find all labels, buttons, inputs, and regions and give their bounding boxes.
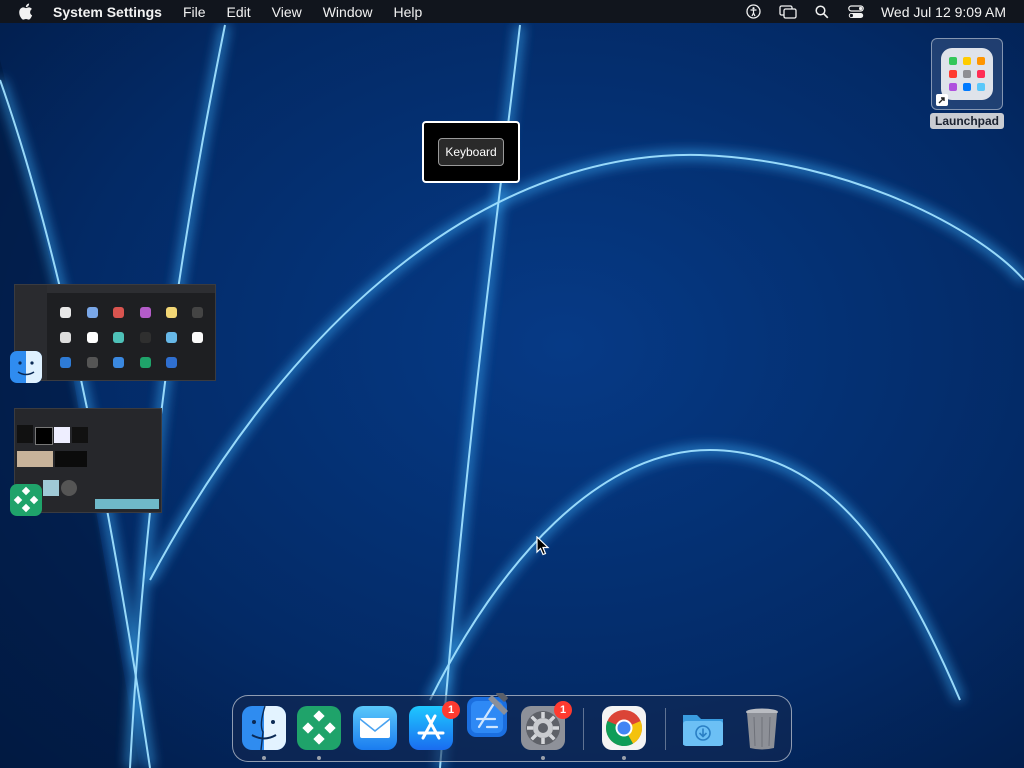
dock-item-system-settings[interactable]: 1 <box>520 701 572 751</box>
dock-item-chrome[interactable] <box>601 705 647 751</box>
downloads-folder-icon <box>683 715 723 746</box>
app-store-badge: 1 <box>442 701 460 719</box>
running-indicator-system-settings <box>541 756 545 760</box>
system-settings-badge: 1 <box>554 701 572 719</box>
thumbnail-app-cell <box>60 307 71 318</box>
dock-item-xcode[interactable] <box>464 693 510 739</box>
thumbnail-app-cell <box>166 332 177 343</box>
control-center-icon[interactable] <box>847 4 865 20</box>
apple-menu-icon[interactable] <box>18 3 34 20</box>
running-indicator-chrome <box>622 756 626 760</box>
thumbnail-app-cell <box>166 307 177 318</box>
thumbnail-app-cell <box>166 357 177 368</box>
thumbnail-app-cell <box>140 307 151 318</box>
menu-view[interactable]: View <box>272 4 302 20</box>
thumbnail-app-cell <box>140 357 151 368</box>
dock-separator <box>583 708 584 750</box>
running-indicator-finder <box>262 756 266 760</box>
thumbnail-app-cell <box>192 307 203 318</box>
dock-item-trash[interactable] <box>739 705 785 751</box>
xcode-icon <box>467 693 508 737</box>
screen-mirroring-icon[interactable] <box>779 4 797 20</box>
thumbnail-app-cell <box>87 307 98 318</box>
green-diamond-app-icon <box>297 706 341 750</box>
dock-item-app-store[interactable]: 1 <box>408 701 460 751</box>
running-indicator-design-app <box>317 756 321 760</box>
mouse-cursor-icon <box>536 536 550 556</box>
thumbnail-tile <box>95 499 159 509</box>
dock-item-finder[interactable] <box>241 705 287 751</box>
keyboard-button[interactable]: Keyboard <box>438 138 504 166</box>
system-settings-window-thumbnail[interactable] <box>14 284 216 381</box>
thumbnail-tile <box>17 451 53 467</box>
thumbnail-tile <box>61 480 77 496</box>
dock: 1 1 <box>232 693 792 762</box>
thumbnail-tile <box>55 451 87 467</box>
trash-icon <box>746 708 778 750</box>
thumbnail-tile <box>43 480 59 496</box>
thumbnail-tile <box>54 427 70 443</box>
finder-icon <box>242 705 286 751</box>
thumbnail-tile <box>72 427 88 443</box>
thumbnail-app-cell <box>87 357 98 368</box>
accessibility-icon[interactable] <box>745 4 763 20</box>
chrome-icon <box>602 706 646 750</box>
finder-thumbnail-badge-icon[interactable] <box>9 350 43 384</box>
menu-help[interactable]: Help <box>394 4 423 20</box>
launchpad-label: Launchpad <box>930 113 1005 129</box>
keyboard-tooltip: Keyboard <box>422 121 520 183</box>
thumbnail-app-cell <box>113 357 124 368</box>
dock-item-downloads[interactable] <box>680 705 726 751</box>
app-name-menu[interactable]: System Settings <box>53 4 162 20</box>
menu-bar-clock[interactable]: Wed Jul 12 9:09 AM <box>881 4 1006 20</box>
thumbnail-app-cell <box>140 332 151 343</box>
menu-window[interactable]: Window <box>323 4 373 20</box>
alias-arrow-icon <box>936 94 948 106</box>
menu-edit[interactable]: Edit <box>227 4 251 20</box>
thumbnail-app-cell <box>87 332 98 343</box>
menu-file[interactable]: File <box>183 4 206 20</box>
desktop-wallpaper <box>0 0 1024 768</box>
thumbnail-app-cell <box>60 332 71 343</box>
spotlight-search-icon[interactable] <box>813 4 831 20</box>
menu-bar: System Settings File Edit View Window He… <box>0 0 1024 23</box>
dock-item-design-app[interactable] <box>296 705 342 751</box>
thumbnail-tile <box>17 425 33 443</box>
thumbnail-app-cell <box>113 332 124 343</box>
mail-icon <box>353 706 397 750</box>
dock-item-mail[interactable] <box>352 705 398 751</box>
green-diamond-thumbnail-badge-icon[interactable] <box>9 483 43 517</box>
thumbnail-app-cell <box>192 332 203 343</box>
dock-separator <box>665 708 666 750</box>
thumbnail-tile <box>35 427 53 445</box>
thumbnail-app-cell <box>113 307 124 318</box>
launchpad-icon[interactable] <box>931 38 1003 110</box>
launchpad-desktop-alias[interactable]: Launchpad <box>930 38 1005 130</box>
thumbnail-app-cell <box>60 357 71 368</box>
